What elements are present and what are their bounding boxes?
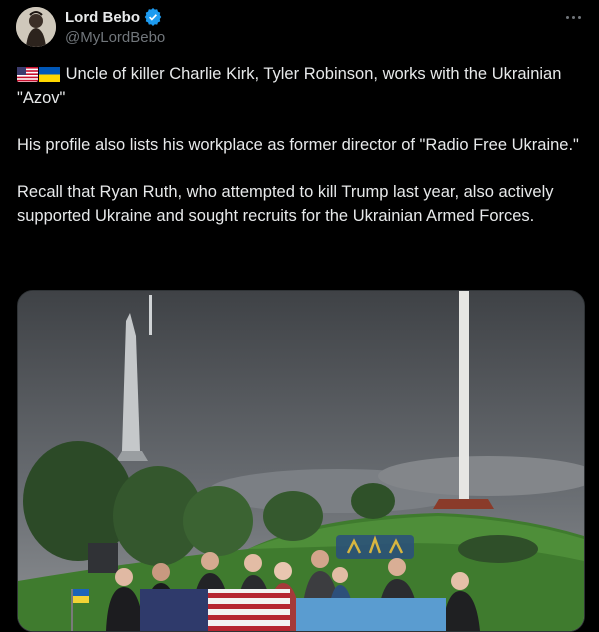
tweet-paragraph-1-text: Uncle of killer Charlie Kirk, Tyler Robi… (17, 65, 562, 107)
tweet-paragraph-2: His profile also lists his workplace as … (17, 136, 579, 154)
ukraine-flag-icon (39, 67, 60, 82)
tweet: Lord Bebo @MyLordBebo Uncle of killer Ch… (0, 0, 599, 632)
verified-badge-icon (144, 8, 162, 26)
tweet-text: Uncle of killer Charlie Kirk, Tyler Robi… (17, 62, 579, 251)
avatar[interactable] (16, 7, 56, 47)
tweet-photo[interactable] (17, 290, 585, 632)
avatar-image-icon (16, 7, 56, 47)
display-name[interactable]: Lord Bebo (65, 8, 162, 26)
handle[interactable]: @MyLordBebo (65, 29, 165, 46)
more-options-icon[interactable] (563, 10, 583, 24)
tweet-paragraph-3: Recall that Ryan Ruth, who attempted to … (17, 183, 554, 225)
tweet-paragraph-1: Uncle of killer Charlie Kirk, Tyler Robi… (17, 62, 579, 110)
us-flag-icon (17, 67, 38, 82)
photo-group-in-front-of-monument-icon (18, 291, 584, 631)
display-name-text[interactable]: Lord Bebo (65, 9, 140, 26)
